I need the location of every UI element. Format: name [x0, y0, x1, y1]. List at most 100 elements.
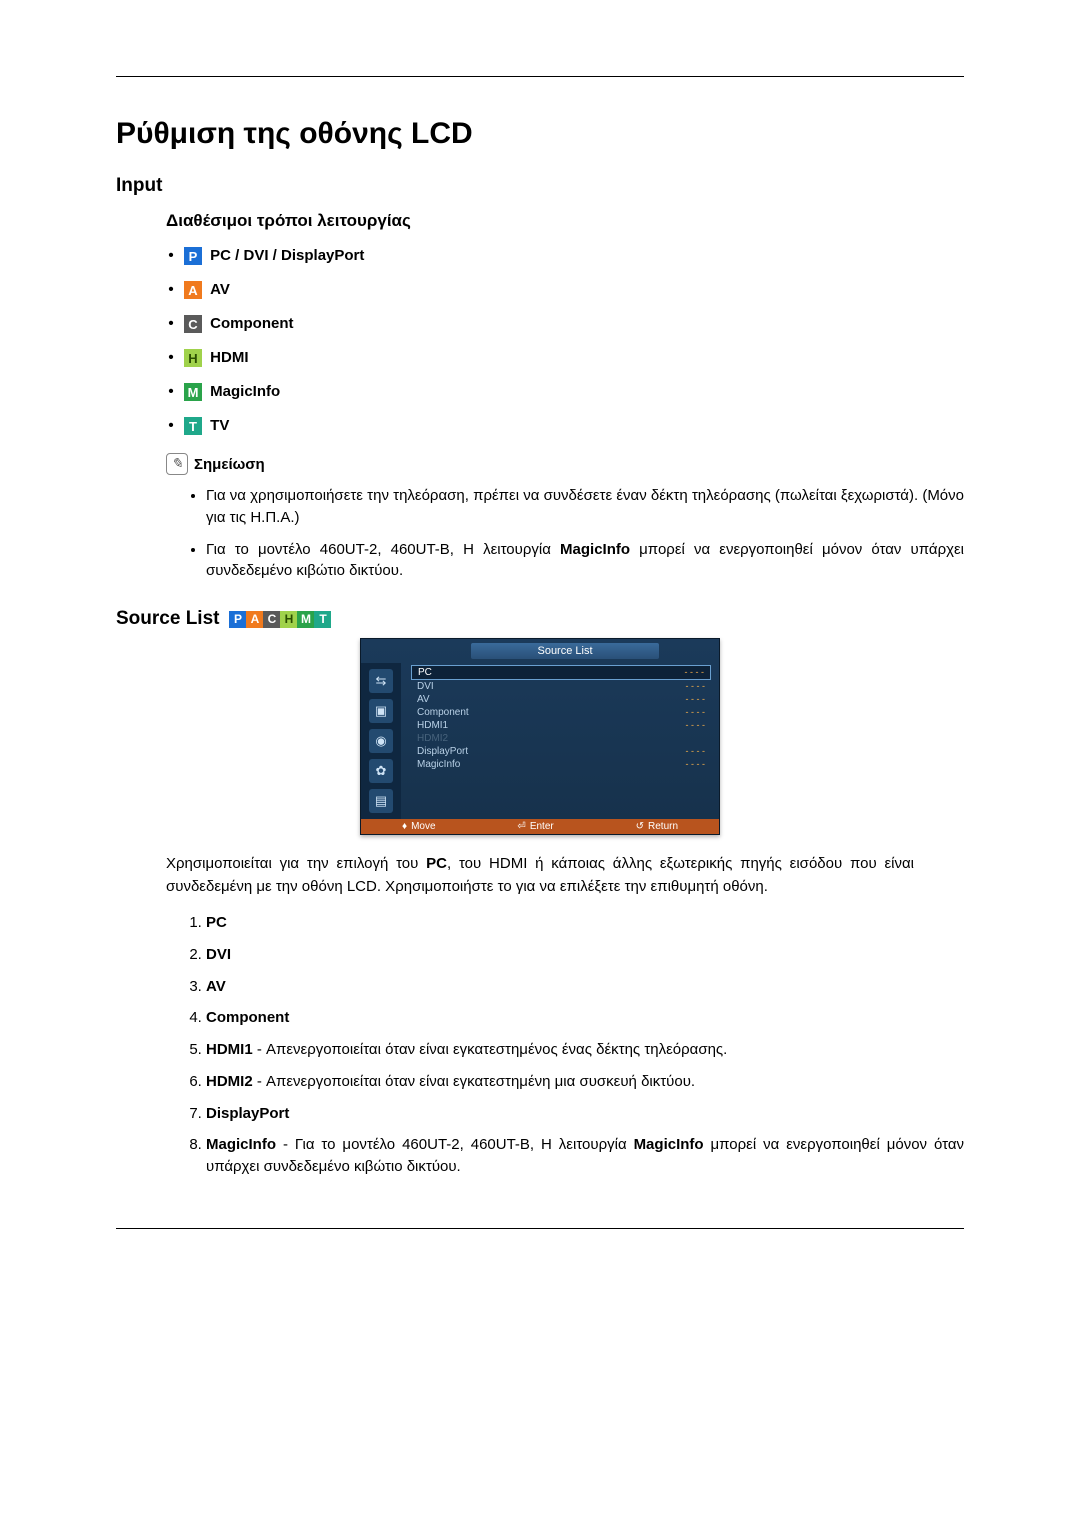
bullet-icon: •: [166, 349, 176, 366]
mode-badge-p-icon: P: [184, 247, 202, 265]
mode-label: Component: [210, 315, 293, 332]
note-item: Για το μοντέλο 460UT-2, 460UT-B, Η λειτο…: [206, 539, 964, 583]
osd-row: HDMI2: [411, 732, 711, 745]
source-list-heading-row: Source List PACHMT: [116, 608, 964, 630]
osd-row: AV - - - -: [411, 693, 711, 706]
osd-row-status: - - - -: [685, 667, 705, 678]
osd-row-name: Component: [417, 707, 469, 718]
mode-label: HDMI: [210, 349, 248, 366]
mode-item: • P PC / DVI / DisplayPort: [166, 247, 964, 265]
ordered-item-label: HDMI1: [206, 1041, 253, 1058]
mode-item: •A AV: [166, 281, 964, 299]
top-divider: [116, 76, 964, 77]
source-badge-m-icon: M: [297, 611, 314, 628]
osd-icon-picture: ▣: [369, 699, 393, 723]
source-badge-p-icon: P: [229, 611, 246, 628]
osd-row-status: - - - -: [686, 707, 706, 718]
osd-title: Source List: [471, 643, 659, 659]
osd-row: PC - - - -: [411, 665, 711, 680]
osd-sidebar-icons: ⇆ ▣ ◉ ✿ ▤: [361, 663, 401, 819]
para-bold: PC: [426, 855, 447, 872]
osd-row-name: DisplayPort: [417, 746, 468, 757]
bullet-icon: •: [166, 247, 176, 264]
osd-row-name: PC: [418, 667, 432, 678]
ordered-item-label: PC: [206, 914, 227, 931]
osd-row: DVI - - - -: [411, 680, 711, 693]
source-ordered-list: PC DVI AV Component HDMI1 - Απενεργοποιείται…: [206, 912, 964, 1178]
osd-row: DisplayPort - - - -: [411, 745, 711, 758]
source-list-paragraph: Χρησιμοποιείται για την επιλογή του PC, …: [166, 853, 914, 898]
osd-footer: ♦ Move ⏎ Enter ↺ Return: [361, 819, 719, 834]
ordered-item-label: DisplayPort: [206, 1105, 289, 1122]
note-item: Για να χρησιμοποιήσετε την τηλεόραση, πρ…: [206, 485, 964, 529]
osd-row-status: - - - -: [686, 746, 706, 757]
ordered-item-label: HDMI2: [206, 1073, 253, 1090]
osd-footer-enter-label: Enter: [530, 821, 554, 832]
source-badge-c-icon: C: [263, 611, 280, 628]
osd-row: HDMI1 - - - -: [411, 719, 711, 732]
source-badges: PACHMT: [229, 611, 331, 628]
osd-row-name: AV: [417, 694, 430, 705]
osd-footer-return: ↺ Return: [636, 821, 678, 832]
osd-body: ⇆ ▣ ◉ ✿ ▤ PC- - - -DVI- - - -AV- - - -Co…: [361, 663, 719, 819]
mode-label: TV: [210, 417, 229, 434]
mode-item: • H HDMI: [166, 349, 964, 367]
note-label: Σημείωση: [194, 456, 265, 473]
mode-badge-h-icon: H: [184, 349, 202, 367]
osd-row: Component - - - -: [411, 706, 711, 719]
osd-row-status: - - - -: [686, 681, 706, 692]
osd-row-status: - - - -: [686, 759, 706, 770]
mode-badge-c-icon: C: [184, 315, 202, 333]
source-ordered-item: AV: [206, 976, 964, 998]
ordered-item-label: Component: [206, 1009, 289, 1026]
notes-list: Για να χρησιμοποιήσετε την τηλεόραση, πρ…: [206, 485, 964, 582]
mode-item: • C Component: [166, 315, 964, 333]
note-icon: ✎: [166, 453, 188, 475]
source-ordered-item: HDMI1 - Απενεργοποιείται όταν είναι εγκα…: [206, 1039, 964, 1061]
osd-row-name: HDMI2: [417, 733, 448, 744]
source-ordered-item: DisplayPort: [206, 1103, 964, 1125]
osd-footer-move: ♦ Move: [402, 821, 436, 832]
source-badge-a-icon: A: [246, 611, 263, 628]
osd-row-name: DVI: [417, 681, 434, 692]
bullet-icon: •: [166, 417, 176, 434]
bullet-icon: •: [166, 315, 176, 332]
source-ordered-item: Component: [206, 1007, 964, 1029]
osd-icon-setup: ✿: [369, 759, 393, 783]
source-list-heading: Source List: [116, 608, 219, 630]
bullet-icon: •: [166, 383, 176, 400]
mode-label: PC / DVI / DisplayPort: [210, 247, 364, 264]
mode-label: MagicInfo: [210, 383, 280, 400]
source-badge-t-icon: T: [314, 611, 331, 628]
ordered-item-text: - Απενεργοποιείται όταν είναι εγκατεστημ…: [253, 1041, 728, 1058]
osd-row-name: HDMI1: [417, 720, 448, 731]
osd-row-name: MagicInfo: [417, 759, 460, 770]
osd-row-status: - - - -: [686, 694, 706, 705]
source-ordered-item: HDMI2 - Απενεργοποιείται όταν είναι εγκα…: [206, 1071, 964, 1093]
osd-row-status: - - - -: [686, 720, 706, 731]
mode-label: AV: [210, 281, 230, 298]
osd-footer-enter: ⏎ Enter: [517, 821, 553, 832]
osd-footer-move-label: Move: [411, 821, 435, 832]
bottom-divider: [116, 1228, 964, 1229]
osd-icon-multi: ▤: [369, 789, 393, 813]
ordered-item-text: - Απενεργοποιείται όταν είναι εγκατεστημ…: [253, 1073, 695, 1090]
mode-badge-m-icon: M: [184, 383, 202, 401]
ordered-item-label: MagicInfo: [206, 1136, 276, 1153]
ordered-item-text: - Για το μοντέλο 460UT-2, 460UT-B, Η λει…: [206, 1136, 964, 1175]
para-pre: Χρησιμοποιείται για την επιλογή του: [166, 855, 426, 872]
note-heading: ✎ Σημείωση: [166, 453, 964, 475]
section-input-heading: Input: [116, 175, 964, 197]
source-badge-h-icon: H: [280, 611, 297, 628]
osd-row: MagicInfo - - - -: [411, 758, 711, 771]
osd-icon-input: ⇆: [369, 669, 393, 693]
source-ordered-item: MagicInfo - Για το μοντέλο 460UT-2, 460U…: [206, 1134, 964, 1178]
modes-list: •P PC / DVI / DisplayPort•A AV•C Compone…: [166, 247, 964, 435]
ordered-item-label: DVI: [206, 946, 231, 963]
osd-footer-return-label: Return: [648, 821, 678, 832]
ordered-item-label: AV: [206, 978, 226, 995]
modes-heading: Διαθέσιμοι τρόποι λειτουργίας: [166, 211, 964, 231]
osd-panel: Source List ⇆ ▣ ◉ ✿ ▤ PC - - - - DVI - - - …: [360, 638, 720, 835]
bullet-icon: •: [166, 281, 176, 298]
osd-screenshot: Source List ⇆ ▣ ◉ ✿ ▤ PC - - - - DVI - - - …: [116, 638, 964, 835]
